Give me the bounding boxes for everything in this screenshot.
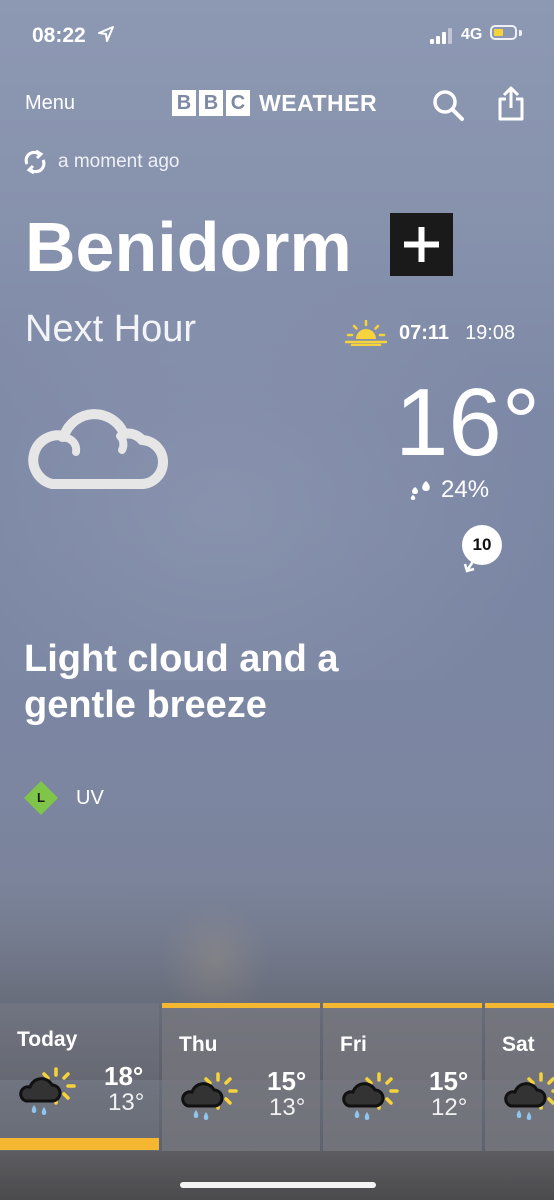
forecast-day-fri[interactable]: Fri 15° 12° — [323, 1003, 482, 1151]
sunset-time: 19:08 — [465, 321, 516, 344]
wind-direction-arrow-icon — [463, 556, 478, 573]
uv-label: UV — [76, 786, 104, 809]
forecast-day-name: Today — [17, 1028, 78, 1051]
forecast-high: 18° — [104, 1061, 144, 1091]
forecast-low: 13° — [108, 1089, 145, 1116]
logo-letter: B — [199, 90, 223, 116]
forecast-low: 12° — [431, 1094, 468, 1121]
home-indicator[interactable] — [180, 1182, 376, 1188]
forecast-day-thu[interactable]: Thu 15° 13° — [162, 1003, 320, 1151]
status-bar: 08:22 4G — [0, 0, 554, 70]
location-name: Benidorm — [25, 208, 352, 286]
forecast-high: 15° — [429, 1066, 469, 1096]
forecast-day-name: Sat — [502, 1033, 535, 1056]
refresh-icon — [24, 149, 46, 175]
search-icon — [433, 90, 464, 121]
share-button[interactable] — [497, 86, 525, 122]
forecast-day-today[interactable]: Today 18° 13° — [0, 1003, 159, 1151]
weather-summary: Light cloud and a gentle breeze — [24, 638, 339, 726]
background-building — [160, 900, 270, 1020]
raindrops-icon — [410, 481, 430, 500]
light-rain-sun-icon — [178, 1072, 242, 1128]
light-rain-sun-icon — [501, 1072, 554, 1128]
search-button[interactable] — [431, 88, 465, 122]
plus-icon — [404, 227, 439, 262]
precipitation-value: 24% — [441, 476, 490, 503]
battery-cap — [519, 30, 522, 36]
uv-level: L — [37, 790, 45, 805]
location-arrow-icon — [98, 26, 114, 42]
light-cloud-icon — [28, 409, 168, 489]
signal-icon — [430, 28, 454, 44]
forecast-day-sat[interactable]: Sat — [485, 1003, 554, 1151]
battery-icon — [490, 25, 517, 40]
status-time: 08:22 — [32, 24, 86, 47]
bbc-weather-logo: B B C WEATHER — [172, 90, 377, 116]
precipitation-chance: 24% — [409, 475, 489, 505]
share-icon — [498, 86, 524, 121]
light-rain-sun-icon — [16, 1067, 80, 1123]
forecast-low: 13° — [269, 1094, 306, 1121]
forecast-high: 15° — [267, 1066, 307, 1096]
bottom-band — [0, 1151, 554, 1200]
sunrise-time: 07:11 — [399, 321, 450, 344]
logo-letter: C — [226, 90, 250, 116]
period-label: Next Hour — [25, 308, 197, 350]
sunrise-sunset: 07:11 19:08 — [345, 318, 515, 348]
logo-word: WEATHER — [259, 89, 378, 116]
last-updated-text: a moment ago — [58, 151, 180, 172]
menu-button[interactable]: Menu — [25, 92, 75, 115]
daily-forecast: Today 18° 13° Thu 15° 13° Fri 15° 12° Sa… — [0, 1003, 554, 1151]
forecast-day-name: Thu — [179, 1033, 218, 1056]
network-type: 4G — [461, 26, 483, 43]
sunrise-icon — [345, 320, 387, 346]
uv-level-badge: L — [24, 781, 58, 815]
current-temperature: 16° — [395, 369, 541, 476]
selected-day-indicator — [0, 1138, 159, 1150]
wind-indicator: 10 — [460, 525, 504, 577]
add-location-button[interactable] — [390, 213, 453, 276]
uv-index[interactable]: L UV — [24, 780, 104, 816]
last-updated[interactable]: a moment ago — [22, 148, 179, 176]
forecast-day-name: Fri — [340, 1033, 367, 1056]
logo-letter: B — [172, 90, 196, 116]
light-rain-sun-icon — [339, 1072, 403, 1128]
